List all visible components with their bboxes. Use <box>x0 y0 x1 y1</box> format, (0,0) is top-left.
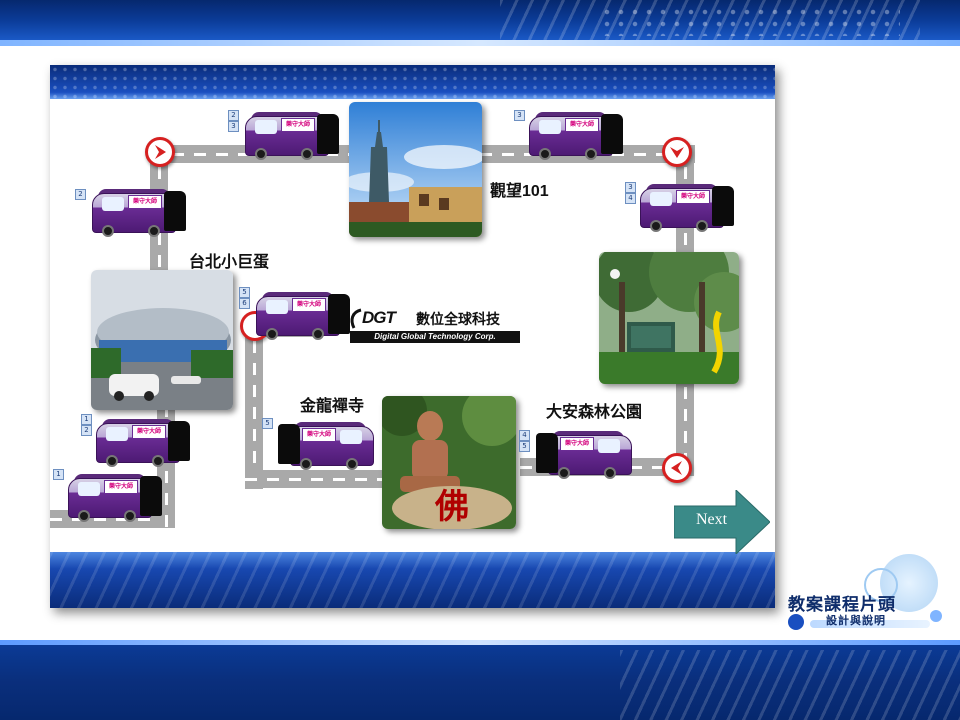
dgt-logo-chinese: 數位全球科技 <box>416 311 500 327</box>
next-button[interactable]: Next <box>673 488 771 556</box>
bus-9: 樂守大師 <box>256 288 350 344</box>
slide-panel: 佛 觀望101 台北小巨蛋 金龍禪寺 大安森林公園 DGT 數位全球科技 Dig… <box>50 65 775 608</box>
top-banner-dots <box>600 6 900 36</box>
park-label: 大安森林公園 <box>546 404 643 421</box>
dgt-logo-english: Digital Global Technology Corp. <box>350 331 520 343</box>
bus-logo: 樂守大師 <box>676 190 710 204</box>
step-tag: 3 <box>514 110 525 121</box>
road-center-vertical <box>245 319 263 489</box>
park-photo <box>599 252 739 384</box>
dgt-logo: DGT 數位全球科技 Digital Global Technology Cor… <box>346 306 522 346</box>
bus-logo: 樂守大師 <box>560 437 594 451</box>
bus-logo: 樂守大師 <box>128 195 162 209</box>
step-tag: 3 <box>625 182 636 193</box>
slide-top-banner <box>50 65 775 99</box>
temple-label: 金龍禪寺 <box>300 398 365 415</box>
bus-logo: 樂守大師 <box>302 428 336 442</box>
step-tag: 1 <box>81 414 92 425</box>
step-tag: 4 <box>519 430 530 441</box>
bus-8: 樂守大師 <box>278 418 374 474</box>
step-tag: 4 <box>625 193 636 204</box>
bus-2: 樂守大師 <box>96 415 190 471</box>
step-tag: 2 <box>81 425 92 436</box>
bus-logo: 樂守大師 <box>292 298 326 312</box>
brand-subtitle: 設計與說明 <box>826 615 886 627</box>
bus-logo: 樂守大師 <box>104 480 138 494</box>
bus-logo: 樂守大師 <box>132 425 166 439</box>
bus-1: 樂守大師 <box>68 470 162 526</box>
svg-text:佛: 佛 <box>434 487 469 527</box>
bus-6: 樂守大師 <box>640 180 734 236</box>
bus-4: 樂守大師 <box>245 108 339 164</box>
step-tag: 2 <box>75 189 86 200</box>
dgt-logo-main: DGT <box>362 308 396 327</box>
step-tag: 5 <box>239 287 250 298</box>
temple-photo: 佛 <box>382 396 516 529</box>
arena-photo <box>91 270 233 410</box>
turn-sign-left <box>662 453 692 483</box>
bus-3: 樂守大師 <box>92 185 186 241</box>
turn-sign-down <box>662 137 692 167</box>
step-tag: 6 <box>239 298 250 309</box>
bottom-banner-stripes <box>620 650 960 720</box>
taipei101-photo <box>349 102 482 237</box>
slide-bottom-banner <box>50 552 775 608</box>
next-label: Next <box>696 511 728 528</box>
step-tag: 5 <box>519 441 530 452</box>
step-tag: 5 <box>262 418 273 429</box>
taipei101-label: 觀望101 <box>490 183 549 200</box>
arena-label: 台北小巨蛋 <box>189 254 270 271</box>
step-tag: 1 <box>53 469 64 480</box>
turn-sign-right <box>145 137 175 167</box>
step-tag: 2 <box>228 110 239 121</box>
bus-7: 樂守大師 <box>536 427 632 483</box>
bus-5: 樂守大師 <box>529 108 623 164</box>
bus-logo: 樂守大師 <box>281 118 315 132</box>
bus-logo: 樂守大師 <box>565 118 599 132</box>
step-tag: 3 <box>228 121 239 132</box>
